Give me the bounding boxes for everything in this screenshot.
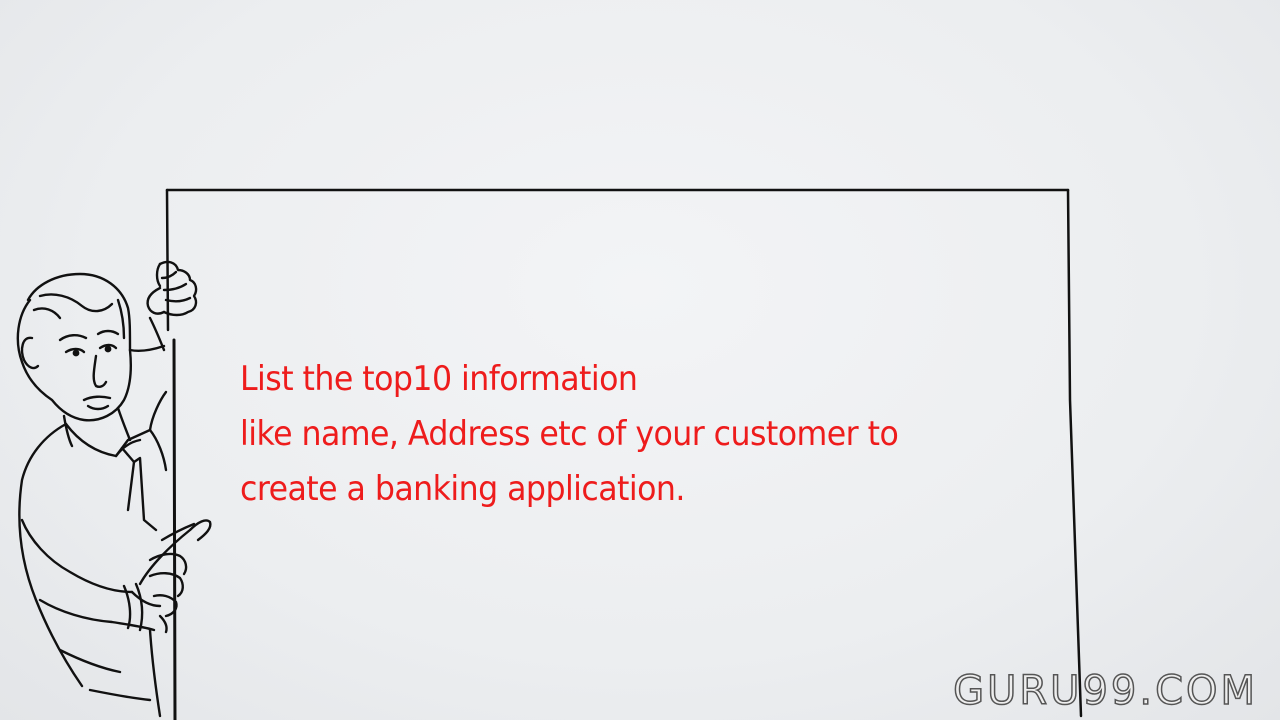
watermark-logo: GURU99.COM xyxy=(952,667,1258,715)
whiteboard-scene: List the top10 information like name, Ad… xyxy=(0,0,1280,720)
message-line-2: like name, Address etc of your customer … xyxy=(240,414,899,454)
board-message: List the top10 information like name, Ad… xyxy=(240,352,1003,517)
message-line-1: List the top10 information xyxy=(240,359,638,399)
presenter-illustration xyxy=(16,260,212,718)
message-line-3: create a banking application. xyxy=(240,469,685,509)
